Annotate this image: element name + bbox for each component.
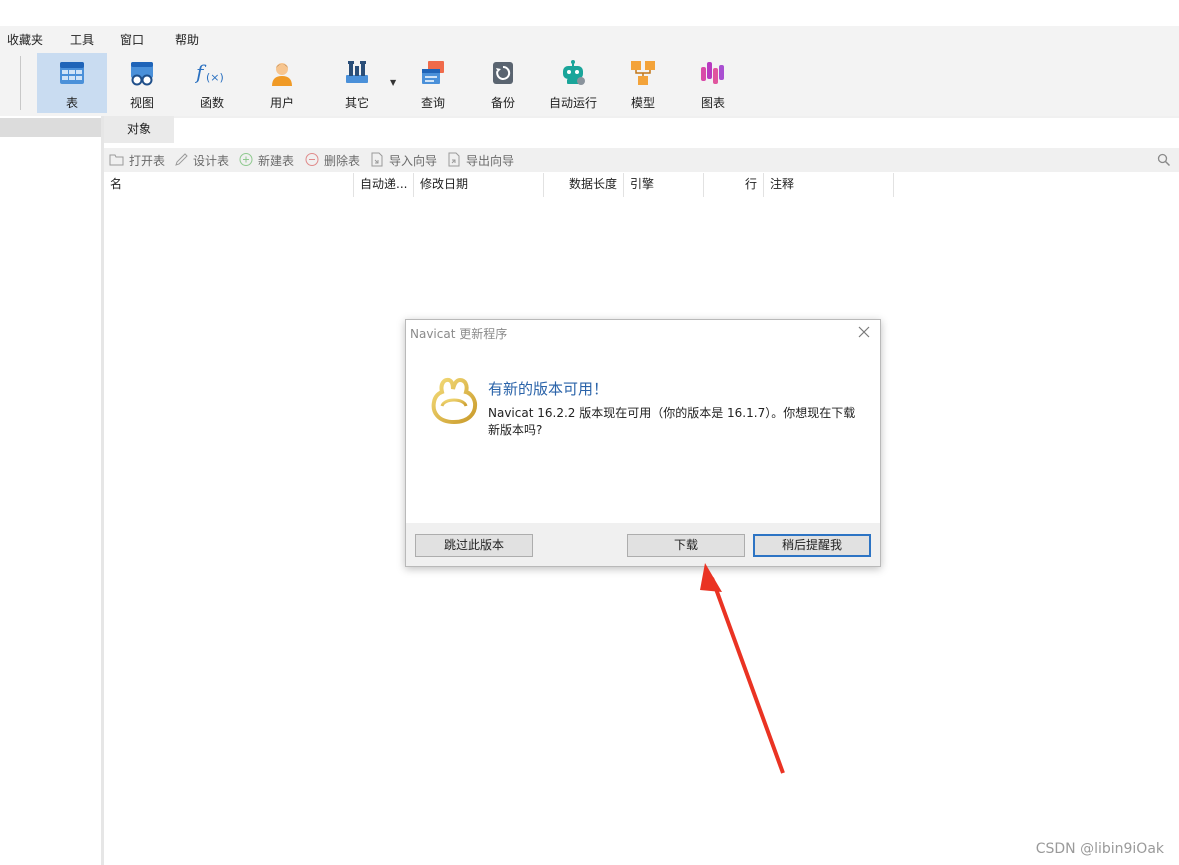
watermark: CSDN @libin9iOak: [1035, 841, 1164, 857]
plus-circle-icon: [239, 153, 253, 166]
skip-version-button[interactable]: 跳过此版本: [415, 534, 533, 557]
column-auto-increment[interactable]: 自动递...: [354, 173, 414, 197]
toolbar-user-button[interactable]: 用户: [247, 53, 317, 113]
column-modified-date[interactable]: 修改日期: [414, 173, 544, 197]
toolbar-query-button[interactable]: 查询: [398, 53, 468, 113]
toolbar-backup-button[interactable]: 备份: [468, 53, 538, 113]
folder-open-icon: [109, 154, 124, 166]
column-rows[interactable]: 行: [704, 173, 764, 197]
dialog-footer: 跳过此版本 下载 稍后提醒我: [406, 523, 880, 566]
main-toolbar: 表 视图 f (×) 函数 用户 其它 ▼ 查询 备份 自动运行 模型 图表: [0, 50, 1179, 116]
toolbar-table-label: 表: [65, 96, 78, 110]
toolbar-function-label: 函数: [199, 96, 224, 110]
navicat-logo-icon: [431, 377, 478, 425]
export-wizard-label: 导出向导: [466, 154, 515, 168]
model-icon: [631, 61, 655, 85]
user-icon: [272, 63, 292, 86]
toolbar-model-label: 模型: [630, 96, 655, 110]
toolbar-other-button[interactable]: 其它: [322, 53, 392, 113]
column-engine[interactable]: 引擎: [624, 173, 704, 197]
navigation-pane-header: [0, 118, 101, 137]
view-icon: [131, 62, 153, 86]
delete-table-label: 删除表: [324, 154, 361, 168]
toolbar-user-label: 用户: [269, 96, 294, 110]
design-table-label: 设计表: [193, 154, 230, 168]
toolbar-model-button[interactable]: 模型: [608, 53, 678, 113]
dialog-title: Navicat 更新程序: [410, 327, 508, 341]
toolbar-function-button[interactable]: f (×) 函数: [177, 53, 247, 113]
toolbar-view-button[interactable]: 视图: [107, 53, 177, 113]
chart-icon: [701, 62, 724, 84]
menu-help[interactable]: 帮助: [175, 31, 199, 48]
tools-icon: [346, 61, 368, 83]
import-icon: [371, 152, 383, 167]
toolbar-backup-label: 备份: [490, 96, 515, 110]
import-wizard-label: 导入向导: [389, 154, 438, 168]
download-button[interactable]: 下载: [627, 534, 745, 557]
toolbar-query-label: 查询: [420, 96, 445, 110]
function-icon: f (×): [195, 60, 224, 84]
chevron-down-icon[interactable]: ▼: [390, 78, 396, 87]
menu-tools[interactable]: 工具: [70, 31, 94, 48]
svg-text:(×): (×): [206, 71, 224, 84]
column-name[interactable]: 名: [104, 173, 354, 197]
update-dialog: Navicat 更新程序 有新的版本可用！ Navicat 16.2.2 版本现…: [405, 319, 881, 567]
toolbar-chart-button[interactable]: 图表: [678, 53, 748, 113]
tab-strip: 对象: [104, 116, 1179, 143]
toolbar-view-label: 视图: [129, 96, 154, 110]
menu-favorites[interactable]: 收藏夹: [7, 31, 43, 48]
table-icon: [60, 62, 84, 84]
dialog-heading: 有新的版本可用！: [488, 380, 609, 398]
minus-circle-icon: [305, 153, 319, 166]
toolbar-table-button[interactable]: 表: [37, 53, 107, 113]
toolbar-automation-button[interactable]: 自动运行: [538, 53, 608, 113]
object-toolbar: 打开表 设计表 新建表 删除表 导入向导 导出向导: [104, 148, 1179, 172]
query-icon: [422, 61, 444, 84]
menu-bar: 收藏夹 工具 窗口 帮助: [0, 26, 1179, 50]
dialog-message: Navicat 16.2.2 版本现在可用（你的版本是 16.1.7）。你想现在…: [488, 406, 856, 437]
robot-icon: [563, 60, 585, 85]
tab-objects[interactable]: 对象: [104, 116, 174, 143]
export-icon: [448, 152, 460, 167]
toolbar-divider: [20, 56, 21, 110]
column-data-length[interactable]: 数据长度: [544, 173, 624, 197]
toolbar-automation-label: 自动运行: [548, 96, 597, 110]
close-icon[interactable]: [856, 324, 872, 340]
pane-splitter[interactable]: [101, 116, 104, 865]
pencil-icon: [175, 153, 188, 166]
search-icon[interactable]: [1157, 153, 1171, 167]
toolbar-other-label: 其它: [344, 96, 369, 110]
remind-later-button[interactable]: 稍后提醒我: [753, 534, 871, 557]
tab-strip-empty: [174, 118, 1179, 143]
column-comment[interactable]: 注释: [764, 173, 894, 197]
menu-window[interactable]: 窗口: [120, 31, 144, 48]
open-table-label: 打开表: [129, 154, 166, 168]
toolbar-chart-label: 图表: [700, 96, 725, 110]
table-column-header: 名 自动递... 修改日期 数据长度 引擎 行 注释: [104, 173, 1179, 197]
backup-icon: [493, 62, 513, 84]
navigation-pane[interactable]: [0, 116, 101, 865]
new-table-label: 新建表: [258, 154, 295, 168]
